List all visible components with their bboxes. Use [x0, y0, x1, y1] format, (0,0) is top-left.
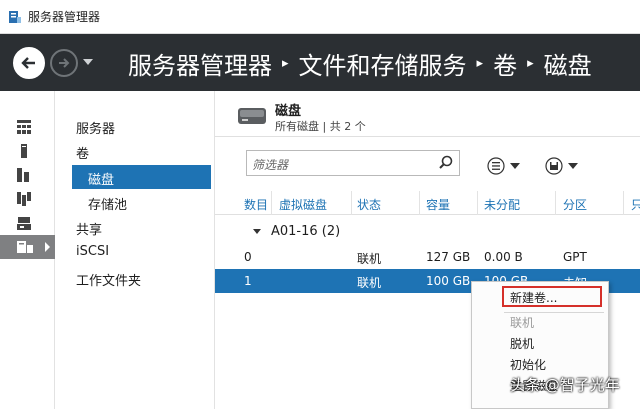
breadcrumb-separator: ▸: [282, 56, 289, 71]
table-row[interactable]: 0 联机 127 GB 0.00 B GPT: [215, 245, 640, 269]
nav-item-work-folders[interactable]: 工作文件夹: [76, 270, 141, 289]
table-header: 数目 虚拟磁盘 状态 容量 未分配 分区 只: [215, 191, 640, 215]
breadcrumb-root[interactable]: 服务器管理器: [128, 46, 272, 81]
file-storage-button[interactable]: [0, 235, 55, 259]
section-header: 磁盘 所有磁盘 | 共 2 个: [215, 91, 640, 136]
section-title: 磁盘: [275, 104, 302, 119]
forward-button[interactable]: [50, 49, 78, 77]
back-button[interactable]: [13, 47, 45, 79]
menu-item-offline[interactable]: 脱机: [510, 335, 534, 352]
cell-status: 联机: [357, 252, 382, 266]
filter-toolbar: 筛选器: [215, 136, 640, 191]
column-divider: [351, 191, 352, 215]
local-server-button[interactable]: [0, 139, 55, 163]
column-capacity[interactable]: 容量: [426, 196, 450, 213]
nav-item-iscsi[interactable]: iSCSI: [76, 244, 109, 259]
group-label: A01-16 (2): [271, 224, 341, 239]
save-icon: [545, 157, 563, 175]
column-virtual-disk[interactable]: 虚拟磁盘: [279, 196, 327, 213]
nav-item-shares[interactable]: 共享: [76, 219, 102, 238]
list-options-icon: [487, 157, 505, 175]
breadcrumb-separator: ▸: [476, 56, 484, 71]
menu-item-initialize[interactable]: 初始化: [510, 356, 546, 373]
search-icon[interactable]: [437, 154, 455, 172]
filter-input[interactable]: 筛选器: [246, 150, 460, 176]
window-titlebar: 服务器管理器: [0, 0, 640, 34]
file-storage-icon: [17, 241, 33, 253]
column-divider: [271, 191, 272, 215]
column-divider: [419, 191, 420, 215]
file-services-icon: [17, 192, 31, 206]
menu-separator: [504, 312, 604, 313]
column-divider: [477, 191, 478, 215]
view-options-button[interactable]: [487, 156, 525, 176]
column-partition[interactable]: 分区: [563, 196, 587, 213]
watermark: 头条 @智子光年: [510, 376, 620, 394]
chevron-down-icon: [568, 163, 578, 169]
cell-number: 0: [244, 250, 252, 264]
storage-icon: [17, 217, 31, 230]
breadcrumb-level1[interactable]: 文件和存储服务: [299, 46, 467, 81]
nav-item-disks[interactable]: 磁盘: [72, 165, 211, 189]
table-group-header[interactable]: A01-16 (2): [215, 221, 640, 243]
menu-item-online: 联机: [510, 316, 535, 330]
section-subtitle: 所有磁盘 | 共 2 个: [275, 120, 366, 133]
nav-panel: 服务器 卷 磁盘 存储池 共享 iSCSI 工作文件夹: [55, 91, 215, 409]
window-title: 服务器管理器: [28, 10, 101, 24]
all-servers-button[interactable]: [0, 163, 55, 187]
arrow-right-icon: [59, 58, 70, 68]
breadcrumb-level2[interactable]: 卷: [493, 46, 517, 81]
breadcrumb-level3: 磁盘: [543, 52, 592, 80]
nav-item-storage-pools[interactable]: 存储池: [88, 194, 127, 213]
cell-number: 1: [244, 274, 252, 288]
cell-unallocated: 0.00 B: [484, 250, 523, 264]
server-manager-icon: [9, 10, 21, 23]
dashboard-icon: [17, 120, 31, 134]
collapse-triangle-icon[interactable]: [253, 229, 261, 234]
save-query-button[interactable]: [545, 156, 583, 176]
cell-partition: GPT: [563, 250, 587, 264]
chevron-down-icon: [510, 163, 520, 169]
arrow-left-icon: [21, 57, 35, 69]
breadcrumb: 服务器管理器 ▸ 文件和存储服务 ▸ 卷 ▸ 磁盘: [128, 46, 592, 81]
local-server-icon: [21, 144, 27, 158]
breadcrumb-separator: ▸: [527, 56, 534, 71]
column-divider: [623, 191, 624, 215]
nav-item-volumes[interactable]: 卷: [76, 143, 89, 162]
column-number[interactable]: 数目: [244, 196, 268, 213]
all-servers-icon: [17, 168, 29, 182]
cell-capacity: 100 GB: [426, 274, 471, 288]
column-unallocated[interactable]: 未分配: [484, 196, 520, 213]
expand-arrow-icon: [45, 242, 50, 252]
storage-button[interactable]: [0, 211, 55, 235]
disk-icon: [238, 108, 266, 124]
icon-sidebar: [0, 91, 55, 409]
column-divider: [555, 191, 556, 215]
dashboard-button[interactable]: [0, 115, 55, 139]
cell-status: 联机: [357, 276, 382, 290]
cell-capacity: 127 GB: [426, 250, 471, 264]
column-status[interactable]: 状态: [357, 196, 381, 213]
nav-item-servers[interactable]: 服务器: [76, 118, 115, 137]
menu-item-new-volume[interactable]: 新建卷...: [510, 289, 557, 306]
filter-placeholder: 筛选器: [252, 158, 289, 172]
file-services-button[interactable]: [0, 187, 55, 211]
column-readonly[interactable]: 只: [631, 196, 640, 213]
header-bar: 服务器管理器 ▸ 文件和存储服务 ▸ 卷 ▸ 磁盘: [0, 34, 640, 91]
history-dropdown-icon[interactable]: [83, 59, 93, 65]
